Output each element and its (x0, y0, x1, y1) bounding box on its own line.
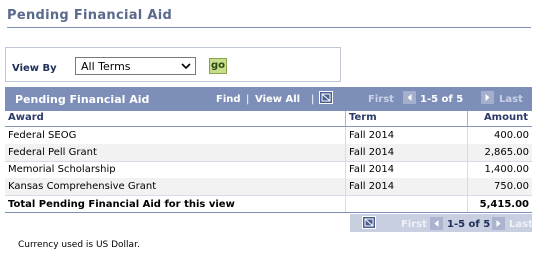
header-range: 1-5 of 5 (420, 94, 464, 105)
amount-cell: 1,400.00 (484, 164, 529, 175)
right-arrow-icon (481, 91, 494, 104)
grid-zoom-icon[interactable] (319, 91, 333, 104)
header-separator: | (246, 94, 250, 105)
footer-first-label: First (401, 219, 427, 230)
term-select[interactable]: All Terms (75, 57, 196, 75)
view-by-label: View By (12, 63, 57, 74)
title-divider (7, 27, 531, 28)
cell-divider (467, 196, 468, 212)
footer-range: 1-5 of 5 (447, 219, 491, 230)
cell-divider (345, 127, 346, 144)
page-title: Pending Financial Aid (7, 8, 173, 23)
column-header-award[interactable]: Award (8, 112, 44, 123)
column-divider (345, 111, 346, 126)
term-select-value: All Terms (81, 60, 131, 73)
term-cell: Fall 2014 (349, 147, 395, 158)
term-cell: Fall 2014 (349, 164, 395, 175)
header-separator: | (311, 94, 315, 105)
table-row: Memorial Scholarship Fall 2014 1,400.00 (5, 161, 532, 179)
view-all-link[interactable]: View All (255, 94, 300, 105)
award-cell: Memorial Scholarship (8, 164, 116, 175)
cell-divider (467, 144, 468, 161)
view-by-panel: View By All Terms go (5, 47, 341, 82)
table-row: Federal Pell Grant Fall 2014 2,865.00 (5, 144, 532, 162)
total-amount: 5,415.00 (479, 199, 529, 210)
currency-note: Currency used is US Dollar. (18, 240, 140, 250)
footer-last-label: Last (509, 219, 533, 230)
last-label: Last (499, 94, 523, 105)
award-cell: Federal Pell Grant (8, 147, 97, 158)
amount-cell: 750.00 (494, 181, 529, 192)
find-link[interactable]: Find (216, 94, 241, 105)
total-label: Total Pending Financial Aid for this vie… (8, 199, 235, 210)
first-label: First (368, 94, 394, 105)
term-cell: Fall 2014 (349, 130, 395, 141)
table-row: Federal SEOG Fall 2014 400.00 (5, 127, 532, 145)
amount-cell: 400.00 (494, 130, 529, 141)
grid-header: Pending Financial Aid Find | View All | … (5, 87, 532, 111)
column-divider (467, 111, 468, 126)
award-cell: Kansas Comprehensive Grant (8, 181, 157, 192)
cell-divider (345, 144, 346, 161)
left-arrow-icon (403, 91, 416, 104)
chevron-down-icon (181, 63, 191, 70)
column-headers: Award Term Amount (5, 111, 532, 127)
column-header-amount[interactable]: Amount (484, 112, 528, 123)
amount-cell: 2,865.00 (484, 147, 529, 158)
total-row: Total Pending Financial Aid for this vie… (5, 196, 532, 213)
cell-divider (345, 161, 346, 178)
grid-title: Pending Financial Aid (15, 93, 150, 106)
grid-zoom-icon[interactable] (362, 216, 376, 229)
table-row: Kansas Comprehensive Grant Fall 2014 750… (5, 178, 532, 196)
left-arrow-icon (430, 217, 443, 230)
cell-divider (345, 178, 346, 195)
go-button[interactable]: go (209, 58, 227, 74)
cell-divider (467, 178, 468, 195)
cell-divider (467, 161, 468, 178)
cell-divider (467, 127, 468, 144)
column-header-term[interactable]: Term (349, 112, 377, 123)
award-cell: Federal SEOG (8, 130, 77, 141)
cell-divider (345, 196, 346, 212)
grid-footer: First 1-5 of 5 Last (350, 214, 533, 232)
term-cell: Fall 2014 (349, 181, 395, 192)
right-arrow-icon (492, 217, 505, 230)
